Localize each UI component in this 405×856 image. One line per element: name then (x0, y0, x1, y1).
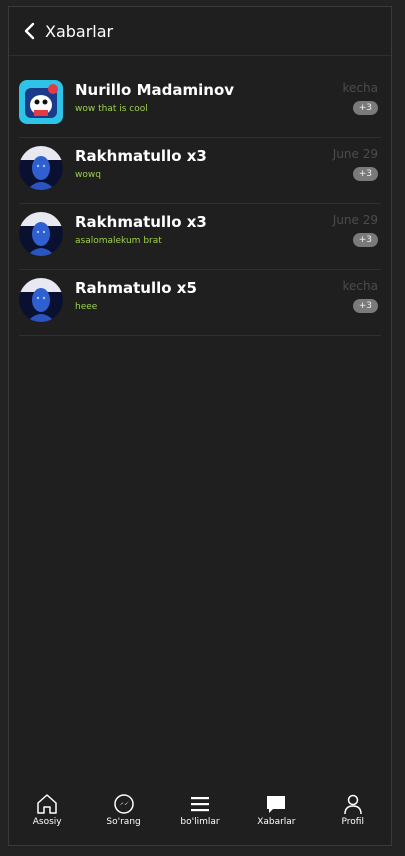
avatar (19, 212, 63, 256)
message-time: June 29 (332, 147, 378, 161)
nav-label: So'rang (106, 817, 141, 827)
nav-label: Xabarlar (257, 817, 296, 827)
conversation-row[interactable]: Rahmatullo x5 heee kecha +3 (19, 270, 381, 336)
conversation-row[interactable]: Rakhmatullo x3 wowq June 29 +3 (19, 138, 381, 204)
chat-icon (264, 793, 288, 815)
nav-item-sections[interactable]: bo'limlar (162, 793, 238, 827)
avatar (19, 278, 63, 322)
conversation-text: Rahmatullo x5 heee (75, 279, 381, 312)
last-message: wow that is cool (75, 104, 148, 114)
nav-label: Profil (341, 817, 364, 827)
page-title: Xabarlar (45, 21, 114, 41)
app-frame: Xabarlar Nurillo Madaminov wow that is c… (8, 6, 392, 846)
messenger-icon (112, 793, 136, 815)
conversation-list: Nurillo Madaminov wow that is cool kecha… (9, 72, 391, 336)
conversation-text: Nurillo Madaminov wow that is cool (75, 81, 381, 114)
avatar (19, 146, 63, 190)
conversation-meta: kecha +3 (343, 279, 378, 313)
message-time: June 29 (332, 213, 378, 227)
nav-label: bo'limlar (180, 817, 220, 827)
user-icon (341, 793, 365, 815)
last-message: heee (75, 302, 98, 312)
chevron-left-icon[interactable] (23, 22, 37, 40)
home-icon (35, 793, 59, 815)
nav-item-home[interactable]: Asosiy (9, 793, 85, 827)
header: Xabarlar (9, 7, 391, 56)
contact-name: Rahmatullo x5 (75, 279, 197, 297)
contact-name: Nurillo Madaminov (75, 81, 235, 99)
nav-item-messages[interactable]: Xabarlar (238, 793, 314, 827)
message-time: kecha (342, 81, 378, 95)
conversation-meta: June 29 +3 (333, 213, 378, 247)
message-time: kecha (342, 279, 378, 293)
unread-badge: +3 (352, 299, 378, 313)
unread-badge: +3 (352, 101, 378, 115)
unread-badge: +3 (352, 167, 378, 181)
nav-item-profile[interactable]: Profil (315, 793, 391, 827)
unread-badge: +3 (352, 233, 378, 247)
avatar (19, 80, 63, 124)
bottom-nav: Asosiy So'rang bo'limlar Xabarlar Profil (9, 793, 391, 845)
nav-item-ask[interactable]: So'rang (86, 793, 162, 827)
conversation-meta: kecha +3 (343, 81, 378, 115)
menu-icon (188, 793, 212, 815)
nav-label: Asosiy (32, 817, 62, 827)
conversation-meta: June 29 +3 (333, 147, 378, 181)
conversation-row[interactable]: Rakhmatullo x3 asalomalekum brat June 29… (19, 204, 381, 270)
conversation-row[interactable]: Nurillo Madaminov wow that is cool kecha… (19, 72, 381, 138)
